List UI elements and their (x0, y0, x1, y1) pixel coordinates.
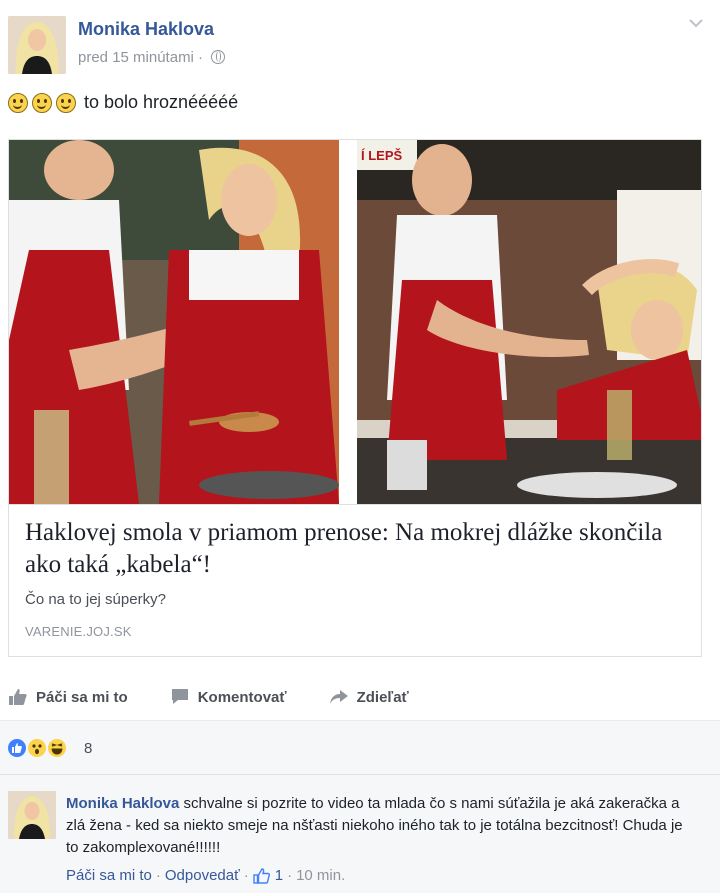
link-title[interactable]: Haklovej smola v priamom prenose: Na mok… (25, 517, 685, 581)
comment: Monika Haklova schvalne si pozrite to vi… (0, 774, 720, 893)
link-description: Čo na to jej súperky? (25, 591, 166, 608)
reaction-count[interactable]: 8 (84, 740, 92, 757)
comment-reply-button[interactable]: Odpovedať (165, 867, 240, 884)
link-preview-card[interactable]: Í LEPŠ Haklovej smola v priamom prenose:… (8, 139, 702, 657)
like-label: Páči sa mi to (36, 688, 128, 706)
post-action-bar: Páči sa mi to Komentovať Zdieľať (8, 680, 712, 714)
comment-button[interactable]: Komentovať (170, 688, 287, 706)
chevron-down-icon[interactable] (688, 15, 704, 31)
comment-like-count[interactable]: 1 (275, 867, 283, 884)
comment-avatar[interactable] (8, 791, 56, 839)
comment-actions: Páči sa mi to · Odpovedať · 1 · 10 min. (66, 867, 345, 884)
smiley-icon (32, 92, 52, 113)
post-header: Monika Haklova pred 15 minútami · (8, 12, 712, 78)
photo-sign-text: Í LEPŠ (361, 148, 403, 163)
photo-right: Í LEPŠ (357, 140, 701, 504)
post-author[interactable]: Monika Haklova (78, 19, 214, 40)
photo-left (9, 140, 353, 504)
like-reaction-icon (6, 737, 28, 759)
comment-like-count-icon[interactable] (253, 867, 271, 884)
separator-dot: · (287, 867, 293, 884)
separator-dot: · (155, 867, 161, 884)
link-card-body[interactable]: Haklovej smola v priamom prenose: Na mok… (9, 504, 701, 656)
comment-like-button[interactable]: Páči sa mi to (66, 867, 152, 884)
like-button[interactable]: Páči sa mi to (8, 688, 128, 706)
comment-label: Komentovať (197, 688, 287, 706)
post-time[interactable]: pred 15 minútami · (78, 49, 203, 66)
separator-dot: · (243, 867, 249, 884)
comment-icon (171, 689, 188, 704)
link-photos[interactable]: Í LEPŠ (9, 140, 701, 504)
post-meta: pred 15 minútami · (78, 49, 226, 66)
share-label: Zdieľať (356, 688, 409, 706)
thumbs-up-icon (9, 689, 27, 705)
post-message: to bolo hroznééééé (84, 92, 239, 112)
share-button[interactable]: Zdieľať (329, 688, 409, 706)
wow-reaction-icon (26, 737, 48, 759)
post-text: to bolo hroznééééé (8, 92, 238, 113)
haha-reaction-icon (46, 737, 68, 759)
comment-time[interactable]: 10 min. (296, 867, 345, 884)
globe-icon[interactable] (211, 50, 226, 64)
share-icon (329, 690, 348, 704)
author-avatar[interactable] (8, 16, 66, 74)
comment-body: Monika Haklova schvalne si pozrite to vi… (66, 793, 696, 859)
comment-author[interactable]: Monika Haklova (66, 795, 179, 812)
smiley-icon (8, 92, 28, 113)
smiley-icon (56, 92, 76, 113)
link-domain: VARENIE.JOJ.SK (25, 624, 132, 639)
reactions-row[interactable]: 8 (0, 720, 720, 774)
